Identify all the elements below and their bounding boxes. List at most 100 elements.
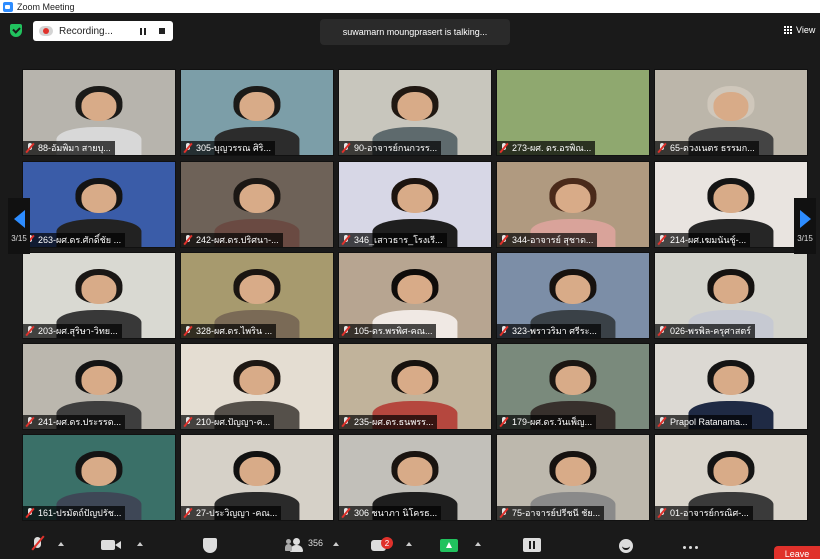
pause-stop-recording-button[interactable]: [523, 531, 541, 557]
participant-tile[interactable]: 203-ผศ.สุริษา-วิทย...: [22, 252, 176, 339]
participant-tile[interactable]: 273-ผศ. ดร.อรพิณ...: [496, 69, 650, 156]
muted-mic-icon: [342, 508, 350, 518]
view-label: View: [796, 25, 816, 35]
start-video-button[interactable]: [101, 531, 123, 557]
video-options-caret[interactable]: [137, 542, 143, 546]
pause-recording-button[interactable]: [136, 24, 150, 38]
participant-name-bar: 306 ชนาภา นิโครธ...: [339, 506, 442, 520]
participant-name-bar: 105-ดร.พรพิศ-คณ...: [339, 324, 437, 338]
muted-mic-icon: [658, 508, 666, 518]
muted-mic-icon: [184, 143, 192, 153]
participant-name: 235-ผศ.ดร.ธนพรร...: [354, 417, 434, 427]
muted-mic-icon: [184, 417, 192, 427]
participant-name: 344-อาจารย์ สุชาด...: [512, 235, 594, 245]
participant-tile[interactable]: 27-ประวิญญา -คณ...: [180, 434, 334, 521]
muted-mic-icon: [658, 143, 666, 153]
participant-name-bar: 026-พรพิล-ครุศาสตร์: [655, 324, 756, 338]
muted-mic-icon: [342, 326, 350, 336]
participants-count: 356: [308, 538, 324, 548]
stop-icon: [159, 28, 165, 34]
window-title: Zoom Meeting: [17, 1, 75, 12]
reactions-button[interactable]: [619, 531, 635, 557]
participant-tile[interactable]: 01-อาจารย์กรณิศ-...: [654, 434, 808, 521]
next-page-button[interactable]: 3/15: [794, 198, 816, 254]
participant-tile[interactable]: 241-ผศ.ดร.ประรรด...: [22, 343, 176, 430]
muted-mic-icon: [184, 235, 192, 245]
participant-tile[interactable]: 306 ชนาภา นิโครธ...: [338, 434, 492, 521]
participant-name-bar: 75-อาจารย์ปรีชนี ชัย...: [497, 506, 605, 520]
muted-mic-icon: [184, 508, 192, 518]
participant-tile[interactable]: 026-พรพิล-ครุศาสตร์: [654, 252, 808, 339]
participant-tile[interactable]: Prapol Ratanama...: [654, 343, 808, 430]
more-button[interactable]: [683, 531, 701, 557]
participant-name-bar: 27-ประวิญญา -คณ...: [181, 506, 282, 520]
participant-name: 179-ผศ.ดร.วันเพ็ญ...: [512, 417, 593, 427]
participant-name: 263-ผศ.ดร.ศักดิ์ชัย ...: [38, 235, 122, 245]
participant-name-bar: 210-ผศ.ปัญญา-ค...: [181, 415, 275, 429]
participant-name-bar: 90-อาจารย์กนกวรร...: [339, 141, 442, 155]
participant-name: 273-ผศ. ดร.อรพิณ...: [512, 143, 592, 153]
muted-mic-icon: [658, 235, 666, 245]
participant-tile[interactable]: 88-อัมพิมา สายบุ...: [22, 69, 176, 156]
participant-tile[interactable]: 328-ผศ.ดร.ไพริน ...: [180, 252, 334, 339]
chat-options-caret[interactable]: [406, 542, 412, 546]
participant-tile[interactable]: 242-ผศ.ดร.ปริศนา-...: [180, 161, 334, 248]
participants-options-caret[interactable]: [333, 542, 339, 546]
muted-mic-icon: [26, 143, 34, 153]
security-button[interactable]: [203, 531, 217, 557]
leave-button[interactable]: Leave: [774, 546, 820, 559]
participant-name: 90-อาจารย์กนกวรร...: [354, 143, 438, 153]
participant-tile[interactable]: 65-ดวงเนตร ธรรมก...: [654, 69, 808, 156]
participants-button[interactable]: [285, 531, 305, 557]
participant-name-bar: 263-ผศ.ดร.ศักดิ์ชัย ...: [23, 233, 126, 247]
participant-name: 242-ผศ.ดร.ปริศนา-...: [196, 235, 279, 245]
participant-tile[interactable]: 323-พราวริมา ศรีระ...: [496, 252, 650, 339]
stop-recording-button[interactable]: [155, 24, 169, 38]
title-bar: Zoom Meeting: [0, 0, 820, 13]
muted-mic-icon: [500, 508, 508, 518]
participant-tile[interactable]: 344-อาจารย์ สุชาด...: [496, 161, 650, 248]
view-button[interactable]: View: [784, 25, 815, 35]
participant-name: 203-ผศ.สุริษา-วิทย...: [38, 326, 118, 336]
participant-name-bar: 161-ปรมัตถ์ปัญปรัช...: [23, 506, 126, 520]
share-screen-button[interactable]: [440, 531, 458, 557]
participant-tile[interactable]: 210-ผศ.ปัญญา-ค...: [180, 343, 334, 430]
participant-tile[interactable]: 90-อาจารย์กนกวรร...: [338, 69, 492, 156]
participant-tile[interactable]: 161-ปรมัตถ์ปัญปรัช...: [22, 434, 176, 521]
previous-page-button[interactable]: 3/15: [8, 198, 30, 254]
participant-tile[interactable]: 263-ผศ.ดร.ศักดิ์ชัย ...: [22, 161, 176, 248]
participant-name-bar: 242-ผศ.ดร.ปริศนา-...: [181, 233, 283, 247]
participant-tile[interactable]: 105-ดร.พรพิศ-คณ...: [338, 252, 492, 339]
chat-unread-badge: 2: [381, 537, 393, 549]
unmute-button[interactable]: [30, 531, 44, 557]
recording-label: Recording...: [59, 25, 113, 37]
participant-name-bar: 273-ผศ. ดร.อรพิณ...: [497, 141, 596, 155]
participant-tile[interactable]: 214-ผศ.เฆมนันชู์-...: [654, 161, 808, 248]
participants-icon: [293, 538, 300, 545]
muted-mic-icon: [26, 417, 34, 427]
participant-name: Prapol Ratanama...: [670, 417, 748, 427]
participant-name-bar: 328-ผศ.ดร.ไพริน ...: [181, 324, 277, 338]
meeting-controls-toolbar: 356 Leave: [0, 525, 820, 559]
share-options-caret[interactable]: [475, 542, 481, 546]
participant-name: 105-ดร.พรพิศ-คณ...: [354, 326, 433, 336]
participant-tile[interactable]: 75-อาจารย์ปรีชนี ชัย...: [496, 434, 650, 521]
participant-tile[interactable]: 235-ผศ.ดร.ธนพรร...: [338, 343, 492, 430]
security-shield-icon[interactable]: [10, 24, 22, 37]
muted-mic-icon: [500, 326, 508, 336]
participant-name: 306 ชนาภา นิโครธ...: [354, 508, 438, 518]
participant-name-bar: 203-ผศ.สุริษา-วิทย...: [23, 324, 122, 338]
participant-name-bar: Prapol Ratanama...: [655, 415, 752, 429]
participant-tile[interactable]: 346_เสาวธาร_โรงเรี...: [338, 161, 492, 248]
participant-tile[interactable]: 305-บุญวรรณ ศิริ...: [180, 69, 334, 156]
participant-name-bar: 305-บุญวรรณ ศิริ...: [181, 141, 276, 155]
zoom-app-icon: [3, 1, 13, 12]
chevron-left-icon: [13, 209, 25, 228]
muted-mic-icon: [500, 417, 508, 427]
pause-icon: [140, 27, 146, 35]
chevron-right-icon: [799, 209, 811, 228]
muted-mic-icon: [342, 235, 350, 245]
muted-mic-icon: [342, 143, 350, 153]
participant-tile[interactable]: 179-ผศ.ดร.วันเพ็ญ...: [496, 343, 650, 430]
audio-options-caret[interactable]: [58, 542, 64, 546]
